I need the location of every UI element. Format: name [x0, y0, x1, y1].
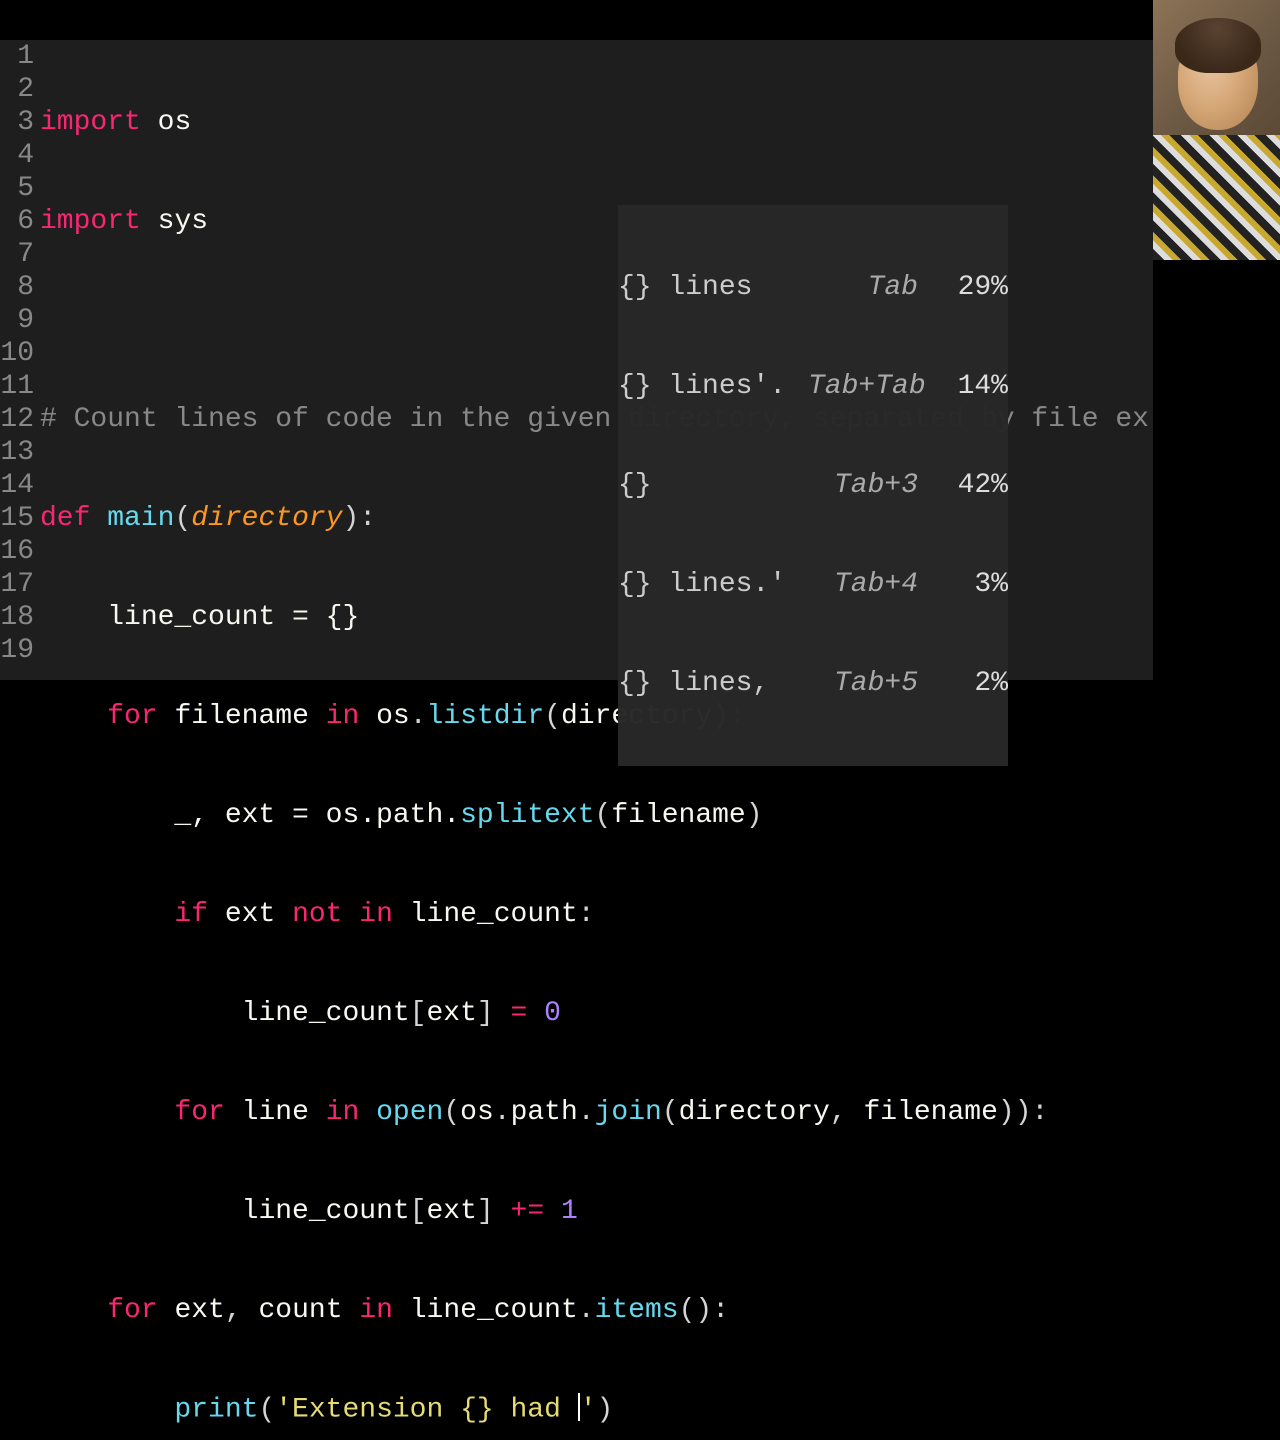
suggestion-item[interactable]: {} lines, Tab+5 2%: [618, 667, 1008, 700]
line-number: 18: [0, 601, 34, 634]
suggestion-text: {}: [618, 469, 808, 502]
suggestion-key: Tab+5: [808, 667, 938, 700]
code-line[interactable]: print('Extension {} had '): [40, 1393, 1153, 1426]
line-number: 15: [0, 502, 34, 535]
suggestion-pct: 2%: [938, 667, 1008, 700]
line-number: 16: [0, 535, 34, 568]
suggestion-item[interactable]: {} lines Tab 29%: [618, 271, 1008, 304]
autocomplete-popup[interactable]: {} lines Tab 29% {} lines'. Tab+Tab 14% …: [618, 205, 1008, 766]
webcam-overlay: [1153, 0, 1280, 260]
line-number: 6: [0, 205, 34, 238]
suggestion-text: {} lines'.: [618, 370, 808, 403]
suggestion-key: Tab+Tab: [808, 370, 938, 403]
line-number: 7: [0, 238, 34, 271]
line-number: 3: [0, 106, 34, 139]
suggestion-pct: 14%: [938, 370, 1008, 403]
suggestion-key: Tab+4: [808, 568, 938, 601]
suggestion-item[interactable]: {} lines'. Tab+Tab 14%: [618, 370, 1008, 403]
suggestion-text: {} lines: [618, 271, 808, 304]
code-editor[interactable]: 1 2 3 4 5 6 7 8 9 10 11 12 13 14 15 16 1…: [0, 40, 1153, 680]
code-line[interactable]: if ext not in line_count:: [40, 898, 1153, 931]
suggestion-pct: 29%: [938, 271, 1008, 304]
code-area[interactable]: import os import sys # Count lines of co…: [40, 40, 1153, 680]
line-number: 14: [0, 469, 34, 502]
line-number: 4: [0, 139, 34, 172]
line-number: 9: [0, 304, 34, 337]
line-number: 5: [0, 172, 34, 205]
suggestion-item[interactable]: {} Tab+3 42%: [618, 469, 1008, 502]
suggestion-text: {} lines.': [618, 568, 808, 601]
line-number: 19: [0, 634, 34, 667]
line-number: 12: [0, 403, 34, 436]
code-line[interactable]: import os: [40, 106, 1153, 139]
code-line[interactable]: for line in open(os.path.join(directory,…: [40, 1096, 1153, 1129]
line-number: 13: [0, 436, 34, 469]
code-line[interactable]: for ext, count in line_count.items():: [40, 1294, 1153, 1327]
suggestion-pct: 42%: [938, 469, 1008, 502]
code-line[interactable]: _, ext = os.path.splitext(filename): [40, 799, 1153, 832]
line-number-gutter: 1 2 3 4 5 6 7 8 9 10 11 12 13 14 15 16 1…: [0, 40, 40, 680]
line-number: 2: [0, 73, 34, 106]
code-line[interactable]: line_count[ext] += 1: [40, 1195, 1153, 1228]
line-number: 10: [0, 337, 34, 370]
line-number: 8: [0, 271, 34, 304]
suggestion-pct: 3%: [938, 568, 1008, 601]
suggestion-key: Tab: [808, 271, 938, 304]
suggestion-text: {} lines,: [618, 667, 808, 700]
line-number: 11: [0, 370, 34, 403]
line-number: 1: [0, 40, 34, 73]
code-line[interactable]: line_count[ext] = 0: [40, 997, 1153, 1030]
line-number: 17: [0, 568, 34, 601]
suggestion-key: Tab+3: [808, 469, 938, 502]
suggestion-item[interactable]: {} lines.' Tab+4 3%: [618, 568, 1008, 601]
